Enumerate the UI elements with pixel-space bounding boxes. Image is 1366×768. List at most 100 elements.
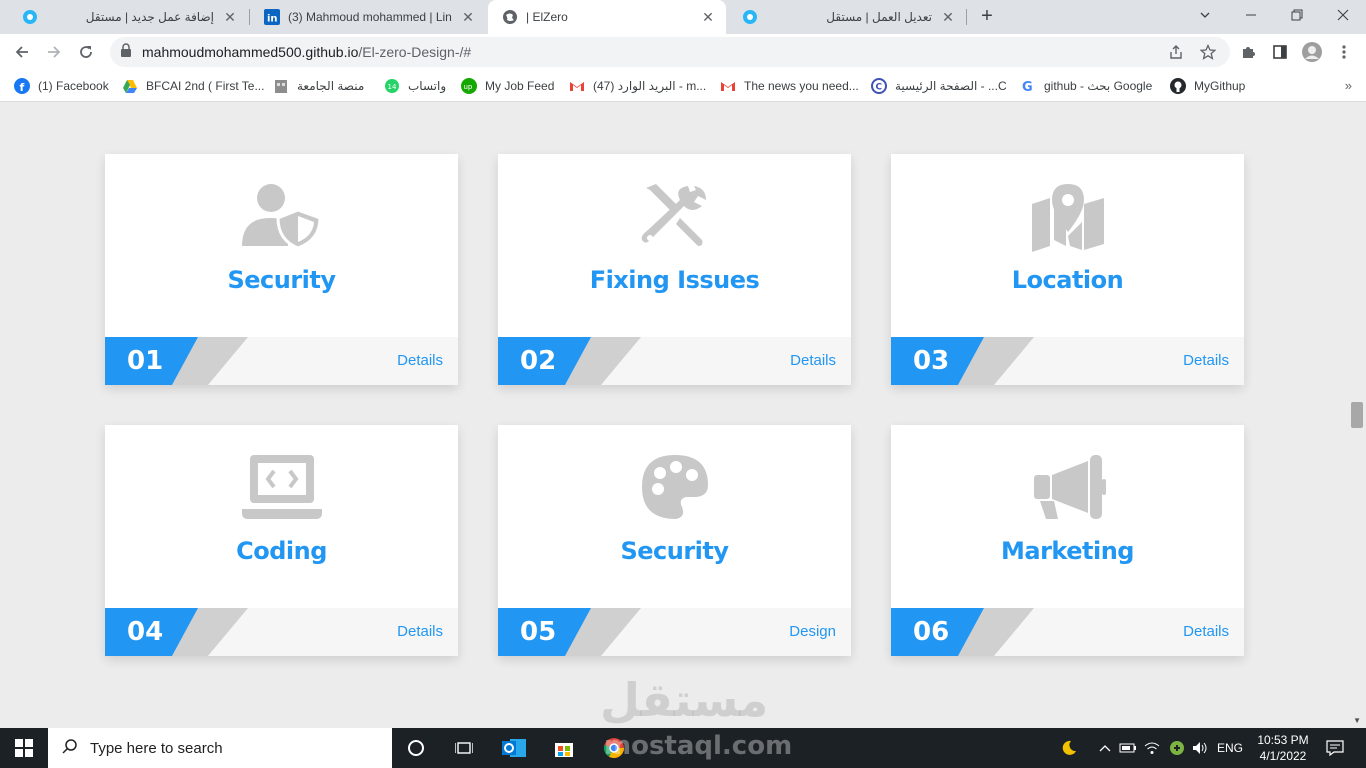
- windows-start-icon[interactable]: [0, 728, 48, 768]
- url-text[interactable]: mahmoudmohammed500.github.io/El-zero-Des…: [142, 44, 471, 60]
- scrollbar-thumb[interactable]: [1351, 402, 1363, 428]
- tab-strip: إضافة عمل جديد | مستقل ✕ in (3) Mahmoud …: [0, 0, 1366, 34]
- tab-search-chevron-icon[interactable]: [1182, 0, 1228, 30]
- bookmark-label: واتساب: [408, 79, 447, 93]
- battery-icon[interactable]: [1118, 728, 1138, 768]
- details-link[interactable]: Details: [397, 623, 443, 640]
- more-bookmarks-chevron-icon[interactable]: »: [1345, 78, 1352, 93]
- url-host: mahmoudmohammed500.github.io: [142, 44, 359, 60]
- map-pin-icon: [891, 182, 1244, 254]
- service-card: Marketing 06 Details: [891, 425, 1244, 656]
- services-section: Security 01 Details Fixing Issues 02 Det…: [0, 103, 1366, 728]
- back-arrow-icon[interactable]: [8, 38, 36, 66]
- card-footer: 04 Details: [105, 608, 458, 656]
- bookmark-star-icon[interactable]: [1194, 37, 1222, 67]
- lock-icon[interactable]: [120, 42, 132, 62]
- bookmarks-bar: f (1) Facebook BFCAI 2nd ( First Te... م…: [0, 70, 1366, 102]
- night-light-moon-icon[interactable]: [1058, 728, 1080, 768]
- wifi-icon[interactable]: [1142, 728, 1162, 768]
- taskbar-clock[interactable]: 10:53 PM 4/1/2022: [1250, 732, 1316, 764]
- reload-icon[interactable]: [72, 38, 100, 66]
- kebab-menu-icon[interactable]: [1330, 38, 1358, 66]
- language-indicator[interactable]: ENG: [1212, 728, 1248, 768]
- search-icon: [62, 738, 78, 759]
- browser-toolbar: mahmoudmohammed500.github.io/El-zero-Des…: [0, 34, 1366, 70]
- facebook-icon: f: [14, 78, 30, 94]
- taskbar-search-input[interactable]: Type here to search: [48, 728, 392, 768]
- tab-title: تعديل العمل | مستقل: [826, 10, 932, 24]
- outlook-icon[interactable]: [490, 728, 538, 768]
- volume-icon[interactable]: [1190, 728, 1210, 768]
- bookmark-label: github - بحث Google: [1044, 79, 1153, 93]
- card-title: Coding: [236, 537, 327, 565]
- card-footer: 06 Details: [891, 608, 1244, 656]
- details-link[interactable]: Details: [1183, 352, 1229, 369]
- card-title: Fixing Issues: [589, 266, 760, 294]
- tab-4[interactable]: تعديل العمل | مستقل ✕: [728, 0, 966, 34]
- minimize-icon[interactable]: [1228, 0, 1274, 30]
- upwork-icon: up: [461, 78, 477, 94]
- tab-1[interactable]: إضافة عمل جديد | مستقل ✕: [8, 0, 248, 34]
- service-card: Security 05 Design: [498, 425, 851, 656]
- address-bar[interactable]: mahmoudmohammed500.github.io/El-zero-Des…: [110, 37, 1230, 67]
- notifications-icon[interactable]: [1320, 728, 1350, 768]
- close-icon[interactable]: ✕: [700, 9, 716, 25]
- tab-3-active[interactable]: | ElZero ✕: [488, 0, 726, 34]
- details-link[interactable]: Details: [790, 352, 836, 369]
- share-icon[interactable]: [1162, 37, 1190, 67]
- close-icon[interactable]: ✕: [940, 9, 956, 25]
- tools-icon: [498, 182, 851, 254]
- bookmark-bfcai[interactable]: BFCAI 2nd ( First Te...: [122, 76, 264, 96]
- close-icon[interactable]: ✕: [222, 9, 238, 25]
- tray-chevron-up-icon[interactable]: [1096, 728, 1114, 768]
- details-link[interactable]: Details: [1183, 623, 1229, 640]
- bookmark-facebook[interactable]: f (1) Facebook: [14, 76, 109, 96]
- side-panel-icon[interactable]: [1266, 38, 1294, 66]
- whatsapp-icon: 14: [384, 78, 400, 94]
- new-tab-button[interactable]: +: [976, 5, 998, 27]
- tab-title: إضافة عمل جديد | مستقل: [85, 10, 214, 24]
- bookmark-university[interactable]: منصة الجامعة: [273, 76, 364, 96]
- bookmark-whatsapp[interactable]: 14 واتساب: [384, 76, 446, 96]
- microsoft-store-icon[interactable]: [540, 728, 588, 768]
- bookmark-job-feed[interactable]: up My Job Feed: [461, 76, 554, 96]
- card-footer: 01 Details: [105, 337, 458, 385]
- svg-text:f: f: [20, 81, 25, 94]
- bookmark-label: الصفحة الرئيسية - ...C: [895, 79, 1007, 93]
- restore-icon[interactable]: [1274, 0, 1320, 30]
- close-window-icon[interactable]: [1320, 0, 1366, 30]
- tab-title: (3) Mahmoud mohammed | Linke: [288, 10, 452, 24]
- bookmark-gmail-news[interactable]: The news you need...: [720, 76, 859, 96]
- card-title: Security: [227, 266, 336, 294]
- extensions-puzzle-icon[interactable]: [1234, 38, 1262, 66]
- clock-date: 4/1/2022: [1259, 749, 1307, 763]
- google-icon: G: [1020, 78, 1036, 94]
- task-view-icon[interactable]: [440, 728, 488, 768]
- profile-avatar[interactable]: [1298, 38, 1326, 66]
- bookmark-gmail-inbox[interactable]: البريد الوارد (47) - m...: [569, 76, 706, 96]
- svg-text:G: G: [1022, 80, 1033, 94]
- service-card: Location 03 Details: [891, 154, 1244, 385]
- watermark-logo: مستقل: [600, 673, 769, 727]
- close-icon[interactable]: ✕: [460, 9, 476, 25]
- mostaql-icon: [742, 9, 758, 25]
- bookmark-mygithub[interactable]: MyGithup: [1170, 76, 1245, 96]
- scroll-down-arrow-icon[interactable]: ▼: [1353, 716, 1361, 725]
- bookmark-google-search[interactable]: G github - بحث Google: [1020, 76, 1152, 96]
- card-footer: 03 Details: [891, 337, 1244, 385]
- service-card: Fixing Issues 02 Details: [498, 154, 851, 385]
- details-link[interactable]: Details: [397, 352, 443, 369]
- forward-arrow-icon[interactable]: [40, 38, 68, 66]
- university-icon: [273, 78, 289, 94]
- details-link[interactable]: Design: [789, 623, 836, 640]
- cortana-icon[interactable]: [392, 728, 440, 768]
- google-drive-icon: [122, 78, 138, 94]
- bookmark-homepage[interactable]: C الصفحة الرئيسية - ...C: [871, 76, 1007, 96]
- c-icon: C: [871, 78, 887, 94]
- tab-title: | ElZero: [526, 10, 568, 24]
- watermark-text: mostaql.com: [604, 731, 793, 761]
- tab-2[interactable]: in (3) Mahmoud mohammed | Linke ✕: [250, 0, 486, 34]
- bookmark-label: MyGithup: [1194, 79, 1246, 93]
- vpn-status-icon[interactable]: [1166, 728, 1188, 768]
- search-placeholder: Type here to search: [90, 739, 223, 757]
